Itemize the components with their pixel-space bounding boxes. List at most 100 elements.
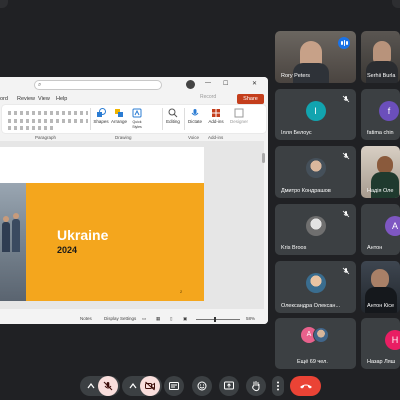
shared-presentation[interactable]: ⌕ — ☐ ✕ ord Review View Help Record Shar… [0,77,268,324]
vertical-scrollbar[interactable] [262,147,266,301]
participant-avatar [313,327,329,343]
participant-tile[interactable]: Дмитро Кондрашов [275,146,356,198]
participant-tile[interactable]: f fatima chin [361,89,400,140]
participant-name: Назар Ляш [367,359,396,365]
participant-tile[interactable]: Антон Кісе [361,261,400,313]
leave-call-button[interactable] [290,376,321,396]
participant-name: Олександра Олексан... [281,303,341,309]
close-icon[interactable]: ✕ [252,80,257,87]
quick-styles-label: Quick Styles [132,120,142,129]
menu-item-word[interactable]: ord [0,96,8,102]
participant-tile[interactable]: Rory Peters [275,31,356,83]
ribbon-separator [184,108,185,130]
slide-subtitle: 2024 [57,245,78,255]
camera-off-icon [145,381,155,391]
participant-name: Ілля Белоус [281,130,312,136]
zoom-slider[interactable] [196,319,240,320]
participant-name: Надія Оле [367,188,394,194]
menu-item-review[interactable]: Review [17,96,35,102]
captions-button[interactable] [164,376,184,396]
ribbon-separator [162,108,163,130]
mic-off-icon [342,95,350,103]
status-bar: Notes Display Settings ▭ ▦ ▯ ▣ 58% [0,314,268,324]
participant-name: Rory Peters [281,73,311,79]
captions-icon [169,382,179,390]
more-options-button[interactable] [272,376,284,396]
minimize-icon[interactable]: — [205,80,211,86]
menu-item-help[interactable]: Help [56,96,67,102]
quick-styles-button[interactable]: Quick Styles [128,108,146,129]
paragraph-tools[interactable] [8,111,88,115]
participant-avatar [305,215,326,236]
camera-toggle-button[interactable] [140,376,160,396]
chevron-up-icon[interactable] [87,383,95,389]
paragraph-tools-row2[interactable] [8,119,88,123]
ribbon-group-add-ins: Add-ins [208,135,224,140]
mic-off-icon [342,210,350,218]
participant-tile[interactable]: Олександра Олексан... [275,261,356,313]
participant-tile[interactable]: Н Назар Ляш [361,318,400,369]
mic-toggle-button[interactable] [98,376,118,396]
participant-body [366,61,398,83]
participant-avatar: А [385,215,400,236]
share-button[interactable]: Share [237,94,264,104]
emoji-icon [197,381,207,391]
chevron-up-icon[interactable] [129,383,137,389]
raise-hand-button[interactable] [246,376,266,396]
add-ins-label: Add-ins [208,119,224,124]
search-icon [168,108,178,118]
more-vertical-icon [277,381,279,391]
participant-name: Kris Broos [281,245,307,251]
participant-tile[interactable]: А Антон [361,204,400,255]
editing-button[interactable]: Editing [164,108,182,124]
participant-tile[interactable]: Надія Оле [361,146,400,198]
participant-tile[interactable]: Kris Broos [275,204,356,255]
shapes-button[interactable]: Shapes [92,108,110,124]
participant-body [365,287,397,313]
participant-avatar [305,158,326,179]
participant-avatar [305,273,326,294]
menu-item-view[interactable]: View [38,96,50,102]
designer-label: Designer [230,119,249,124]
arrange-icon [115,109,123,117]
account-avatar[interactable] [186,80,195,89]
slide-sorter-icon[interactable]: ▦ [156,316,160,322]
ribbon-group-paragraph: Paragraph [35,135,57,140]
slide-canvas[interactable]: Ukraine 2024 2 [0,147,204,301]
record-button[interactable]: Record [200,94,216,100]
search-box[interactable]: ⌕ [34,80,162,90]
reactions-button[interactable] [192,376,212,396]
add-ins-button[interactable]: Add-ins [207,108,225,124]
ribbon-group-drawing: Drawing [115,135,132,140]
normal-view-icon[interactable]: ▭ [142,316,146,322]
participant-tile[interactable]: Serhii Burla [361,31,400,83]
photo-person [12,219,20,252]
participant-name: Дмитро Кондрашов [281,188,331,194]
dictate-button[interactable]: Dictate [186,108,204,124]
scrollbar-thumb[interactable] [262,153,265,163]
mic-off-icon [342,152,350,160]
designer-button[interactable]: Designer [230,108,248,124]
photo-person-head [3,216,9,222]
participant-tile[interactable]: І Ілля Белоус [275,89,356,140]
paragraph-tools-row3[interactable] [8,126,56,130]
ribbon-group-voice: Voice [188,135,200,140]
corner-right [392,0,400,8]
notes-button[interactable]: Notes [80,316,92,321]
reading-view-icon[interactable]: ▯ [170,316,172,322]
corner-left [0,0,8,8]
speaking-indicator-icon [338,37,350,49]
zoom-level[interactable]: 58% [246,316,255,321]
menu-bar: ord Review View Help [0,93,268,104]
maximize-icon[interactable]: ☐ [223,80,228,87]
arrange-button[interactable]: Arrange [110,108,128,124]
search-icon: ⌕ [38,82,42,88]
zoom-slider-knob[interactable] [214,317,216,322]
more-participants-tile[interactable]: A Ещё 69 чел. [275,318,356,369]
display-settings-button[interactable]: Display Settings [104,316,136,321]
present-button[interactable] [219,376,239,396]
slideshow-icon[interactable]: ▣ [183,316,187,322]
slide-page-number: 2 [180,289,183,294]
quick-styles-icon [132,108,142,118]
ribbon-separator [90,108,91,130]
